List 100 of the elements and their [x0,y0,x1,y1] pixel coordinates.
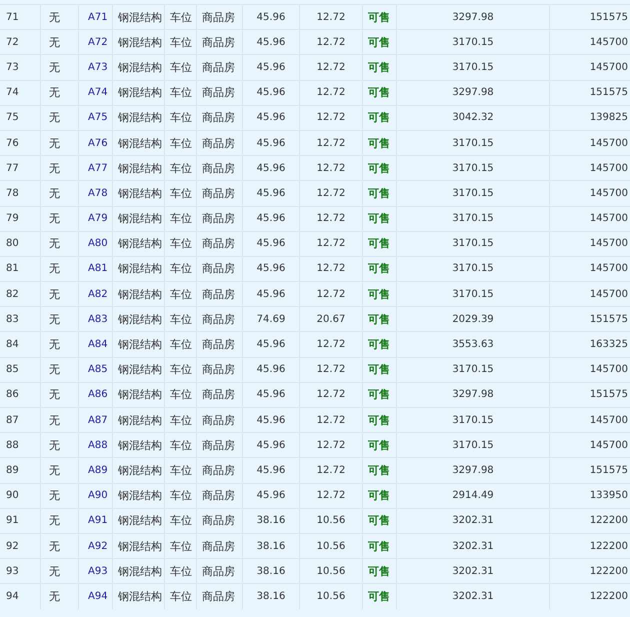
table-cell: 38.16 [242,534,299,558]
room-link[interactable]: A87 [88,414,108,426]
room-link[interactable]: A92 [88,540,108,552]
room-link[interactable]: A86 [88,389,108,400]
table-cell: 无 [40,458,78,483]
table-cell: 钢混结构 [112,433,164,458]
room-link[interactable]: A78 [88,188,108,199]
room-link[interactable]: A83 [88,314,108,325]
table-cell: 无 [40,559,78,584]
status-text: 可售 [362,458,396,483]
table-cell-text: 82 [5,288,20,302]
table-cell: 无 [40,332,78,357]
table-cell: 10.56 [299,559,362,584]
table-cell: 122200 [549,584,630,608]
table-cell: 无 [40,534,78,558]
table-cell: 钢混结构 [112,484,164,508]
room-link[interactable]: A72 [88,36,108,48]
table-cell-text: 80 [5,237,20,252]
table-cell: 商品房 [196,80,242,105]
table-cell: 12.72 [299,358,362,382]
table-cell: 无 [40,256,78,282]
table-cell: 车位 [164,106,196,130]
table-cell: 车位 [164,156,196,180]
table-cell-text: 74 [5,86,20,100]
table-cell: 3553.63 [396,332,549,357]
room-link[interactable]: A84 [88,339,108,350]
table-cell: 3170.15 [396,30,549,54]
table-cell-text: 73 [5,60,20,75]
table-cell: 10.56 [299,508,362,533]
room-link[interactable]: A82 [88,288,108,300]
room-link[interactable]: A79 [88,213,108,224]
room-link[interactable]: A94 [88,590,108,602]
room-link[interactable]: A80 [88,238,108,250]
room-link[interactable]: A85 [88,364,108,376]
table-cell: 3170.15 [396,206,549,231]
table-cell: 12.72 [299,232,362,256]
room-link[interactable]: A89 [88,464,108,476]
table-cell: 钢混结构 [112,584,164,608]
table-cell: 钢混结构 [112,408,164,432]
table-cell: 3297.98 [396,80,549,105]
table-cell: 45.96 [242,30,299,54]
status-text: 可售 [362,584,396,608]
table-cell: 钢混结构 [112,80,164,105]
table-cell: 车位 [164,282,196,306]
table-cell: 无 [40,358,78,382]
room-link[interactable]: A81 [88,263,108,274]
table-cell: 商品房 [196,30,242,54]
table-cell: 商品房 [196,332,242,357]
table-cell-text: 83 [5,312,20,327]
table-cell: 12.72 [299,256,362,282]
table-cell-text: 87 [5,414,20,428]
table-cell: 145700 [549,358,630,382]
table-cell: 12.72 [299,80,362,105]
table-cell: 无 [40,307,78,332]
table-cell: 45.96 [242,358,299,382]
table-cell: 12.72 [299,484,362,508]
table-cell: 无 [40,5,78,30]
status-text: 可售 [362,408,396,432]
table-cell: 3170.15 [396,55,549,80]
room-link[interactable]: A77 [88,162,108,174]
table-cell: 12.72 [299,433,362,458]
room-link[interactable]: A75 [88,112,108,124]
room-link[interactable]: A88 [88,440,108,451]
table-cell: 38.16 [242,508,299,533]
room-link[interactable]: A91 [88,515,108,526]
table-cell: 12.72 [299,206,362,231]
table-cell-text: 88 [5,438,20,453]
room-link[interactable]: A76 [88,138,108,149]
table-cell: 145700 [549,181,630,206]
room-link[interactable]: A74 [88,87,108,98]
table-cell: 45.96 [242,5,299,30]
table-cell: 商品房 [196,382,242,407]
table-cell: 3202.31 [396,508,549,533]
room-link[interactable]: A93 [88,566,108,577]
table-cell: 3170.15 [396,232,549,256]
table-cell: 38.16 [242,559,299,584]
table-cell: 139825 [549,106,630,130]
table-cell: 45.96 [242,433,299,458]
table-cell: 3170.15 [396,408,549,432]
status-text: 可售 [362,80,396,105]
table-cell: 商品房 [196,55,242,80]
table-cell: 151575 [549,80,630,105]
table-cell: 商品房 [196,358,242,382]
table-cell: 122200 [549,559,630,584]
table-cell: 45.96 [242,382,299,407]
table-cell: 3170.15 [396,282,549,306]
table-cell: 151575 [549,458,630,483]
room-link[interactable]: A73 [88,62,108,73]
status-text: 可售 [362,256,396,282]
table-cell: 151575 [549,382,630,407]
table-cell: 12.72 [299,5,362,30]
table-cell: 钢混结构 [112,508,164,533]
table-cell: 3170.15 [396,256,549,282]
room-link[interactable]: A71 [88,12,108,23]
table-cell: 车位 [164,484,196,508]
table-cell: 车位 [164,55,196,80]
table-cell: 45.96 [242,106,299,130]
table-cell: 12.72 [299,282,362,306]
room-link[interactable]: A90 [88,490,108,502]
table-cell: 2914.49 [396,484,549,508]
